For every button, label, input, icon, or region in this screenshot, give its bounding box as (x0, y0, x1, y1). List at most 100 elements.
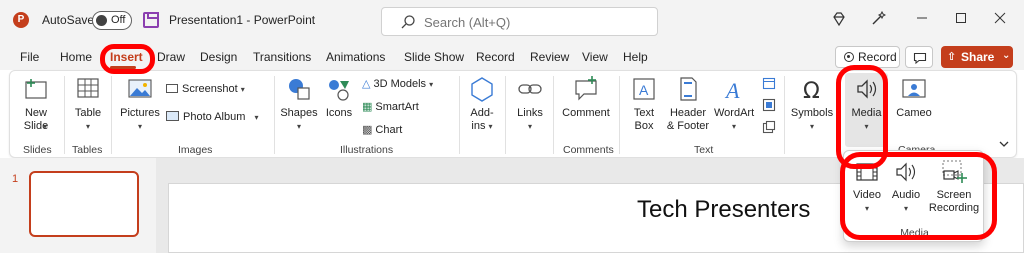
table-icon (77, 78, 99, 98)
text-box-icon: A (633, 78, 655, 100)
search-input[interactable] (424, 13, 644, 31)
video-label: Video (853, 189, 881, 201)
header-footer-icon (680, 77, 697, 101)
group-separator (274, 76, 275, 154)
diamond-icon[interactable] (829, 11, 849, 31)
record-button[interactable]: Record (835, 46, 900, 68)
tab-design[interactable]: Design (200, 50, 237, 64)
svg-text:A: A (724, 78, 740, 103)
group-label-tables: Tables (72, 144, 103, 156)
group-separator (784, 76, 785, 154)
tab-slide-show[interactable]: Slide Show (404, 50, 464, 64)
save-icon[interactable] (143, 12, 159, 28)
shapes-label: Shapes (280, 107, 318, 119)
group-label-illustrations: Illustrations (340, 144, 394, 156)
screenshot-label: Screenshot (182, 83, 238, 95)
wordart-chevron-icon: ▾ (731, 122, 736, 131)
icons-button[interactable]: Icons (322, 75, 356, 120)
new-slide-icon (25, 79, 47, 99)
icons-label: Icons (325, 107, 353, 119)
media-chevron-icon: ▾ (864, 122, 869, 131)
comments-button[interactable] (905, 46, 933, 68)
date-time-button[interactable] (762, 76, 776, 93)
3d-models-button[interactable]: △ 3D Models ▾ (362, 77, 433, 90)
slide-thumbnail[interactable] (29, 171, 139, 237)
new-slide-chevron-icon[interactable]: ▾ (43, 120, 47, 132)
tab-home[interactable]: Home (60, 50, 92, 64)
search-icon (401, 15, 415, 29)
smartart-button[interactable]: ▦ SmartArt (362, 100, 419, 113)
slide-number-icon (762, 98, 776, 112)
pictures-chevron-icon: ▾ (137, 122, 142, 131)
tab-animations[interactable]: Animations (326, 50, 385, 64)
tab-review[interactable]: Review (530, 50, 569, 64)
chart-icon: ▩ (362, 124, 373, 136)
media-button[interactable]: Media ▾ (846, 75, 887, 133)
links-chevron-icon: ▾ (527, 122, 532, 131)
wordart-button[interactable]: A WordArt ▾ (714, 75, 754, 133)
slide-number-button[interactable] (762, 98, 776, 115)
text-box-label-2: Box (634, 120, 654, 132)
tab-draw[interactable]: Draw (157, 50, 185, 64)
share-label: Share (961, 50, 995, 64)
video-chevron-icon: ▾ (864, 204, 869, 213)
pictures-icon (128, 79, 152, 98)
audio-button[interactable]: Audio ▾ (887, 159, 925, 215)
smartart-icon: ▦ (362, 101, 373, 113)
share-chevron-icon: ⌄ (1002, 50, 1011, 61)
shapes-chevron-icon: ▾ (296, 122, 301, 131)
table-label: Table (74, 107, 102, 119)
screenshot-button[interactable]: Screenshot ▾ (166, 83, 245, 95)
object-icon (762, 120, 776, 134)
object-button[interactable] (762, 120, 776, 137)
new-slide-button[interactable]: New Slide (17, 75, 55, 133)
chart-button[interactable]: ▩ Chart (362, 123, 402, 136)
add-ins-button[interactable]: Add- ins ▾ (465, 75, 499, 133)
tab-help[interactable]: Help (623, 50, 648, 64)
audio-label: Audio (891, 189, 921, 201)
table-button[interactable]: Table ▾ (70, 75, 106, 133)
symbols-button[interactable]: Ω Symbols ▾ (790, 75, 834, 133)
pictures-button[interactable]: Pictures ▾ (118, 75, 162, 133)
photo-album-icon (166, 111, 179, 121)
shapes-button[interactable]: Shapes ▾ (280, 75, 318, 133)
tab-file[interactable]: File (20, 50, 39, 64)
share-button[interactable]: ⇧ Share ⌄ (941, 46, 1013, 68)
photo-album-button[interactable]: Photo Album ▾ (166, 111, 259, 123)
active-tab-indicator (110, 66, 136, 69)
tab-record[interactable]: Record (476, 50, 515, 64)
screenshot-icon (166, 84, 178, 93)
add-ins-label-1: Add- (470, 107, 494, 119)
video-button[interactable]: Video ▾ (848, 159, 886, 215)
search-box[interactable] (381, 7, 658, 36)
svg-text:A: A (639, 82, 649, 98)
header-footer-button[interactable]: Header & Footer (664, 75, 712, 133)
close-icon[interactable] (990, 11, 1010, 31)
group-label-comments: Comments (563, 144, 614, 156)
comment-add-icon (575, 76, 597, 101)
smartart-label: SmartArt (375, 101, 419, 113)
shapes-icon (289, 79, 310, 100)
text-box-button[interactable]: A Text Box (626, 75, 662, 133)
maximize-icon[interactable] (951, 11, 971, 31)
ribbon-collapse-chevron-icon[interactable] (998, 138, 1010, 153)
minimize-icon[interactable] (912, 11, 932, 31)
slide-title-text[interactable]: Tech Presenters (637, 196, 810, 224)
group-separator (505, 76, 506, 154)
add-ins-label-2: ins ▾ (471, 120, 493, 132)
symbols-chevron-icon: ▾ (809, 122, 814, 131)
add-ins-icon (471, 77, 493, 102)
screen-recording-button[interactable]: Screen Recording (926, 159, 982, 215)
cameo-icon (902, 79, 926, 98)
tab-view[interactable]: View (582, 50, 608, 64)
cameo-button[interactable]: Cameo (893, 75, 935, 120)
new-comment-button[interactable]: Comment (560, 75, 612, 120)
tab-insert[interactable]: Insert (110, 50, 143, 64)
wand-icon[interactable] (868, 10, 888, 31)
links-button[interactable]: Links ▾ (512, 75, 548, 133)
comment-label: Comment (562, 107, 610, 119)
tab-transitions[interactable]: Transitions (253, 50, 311, 64)
group-separator (111, 76, 112, 154)
group-separator (839, 76, 840, 154)
autosave-toggle[interactable]: Off (92, 11, 132, 30)
